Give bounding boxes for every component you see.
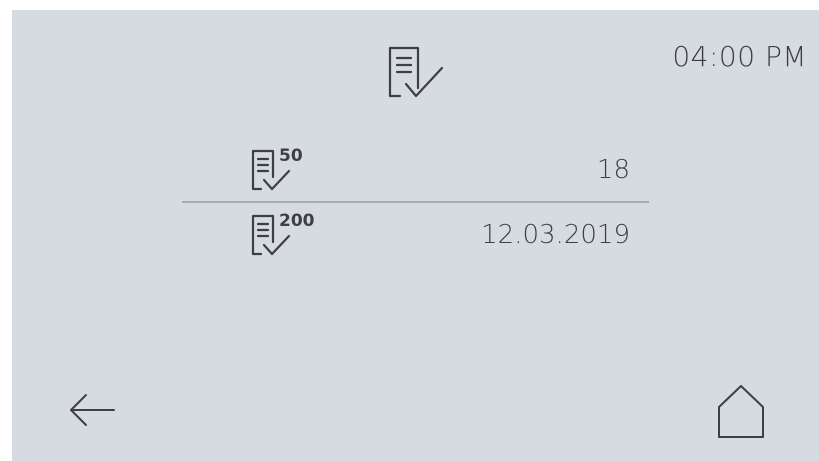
checklist-200-icon: 200 (251, 211, 315, 258)
checklist-50-icon: 50 (251, 146, 303, 193)
screen: 04:00 PM 50 18 200 12.03.2019 (12, 10, 819, 461)
row-value-50: 18 (596, 155, 630, 185)
home-button[interactable] (717, 383, 765, 439)
home-icon (718, 385, 764, 438)
back-button[interactable] (68, 392, 118, 428)
row-value-200: 12.03.2019 (481, 220, 630, 250)
badge-200: 200 (279, 211, 315, 231)
clock: 04:00 PM (672, 40, 807, 73)
badge-50: 50 (279, 146, 303, 166)
checklist-icon (388, 46, 446, 102)
divider (182, 201, 649, 203)
arrow-left-icon (70, 394, 115, 426)
